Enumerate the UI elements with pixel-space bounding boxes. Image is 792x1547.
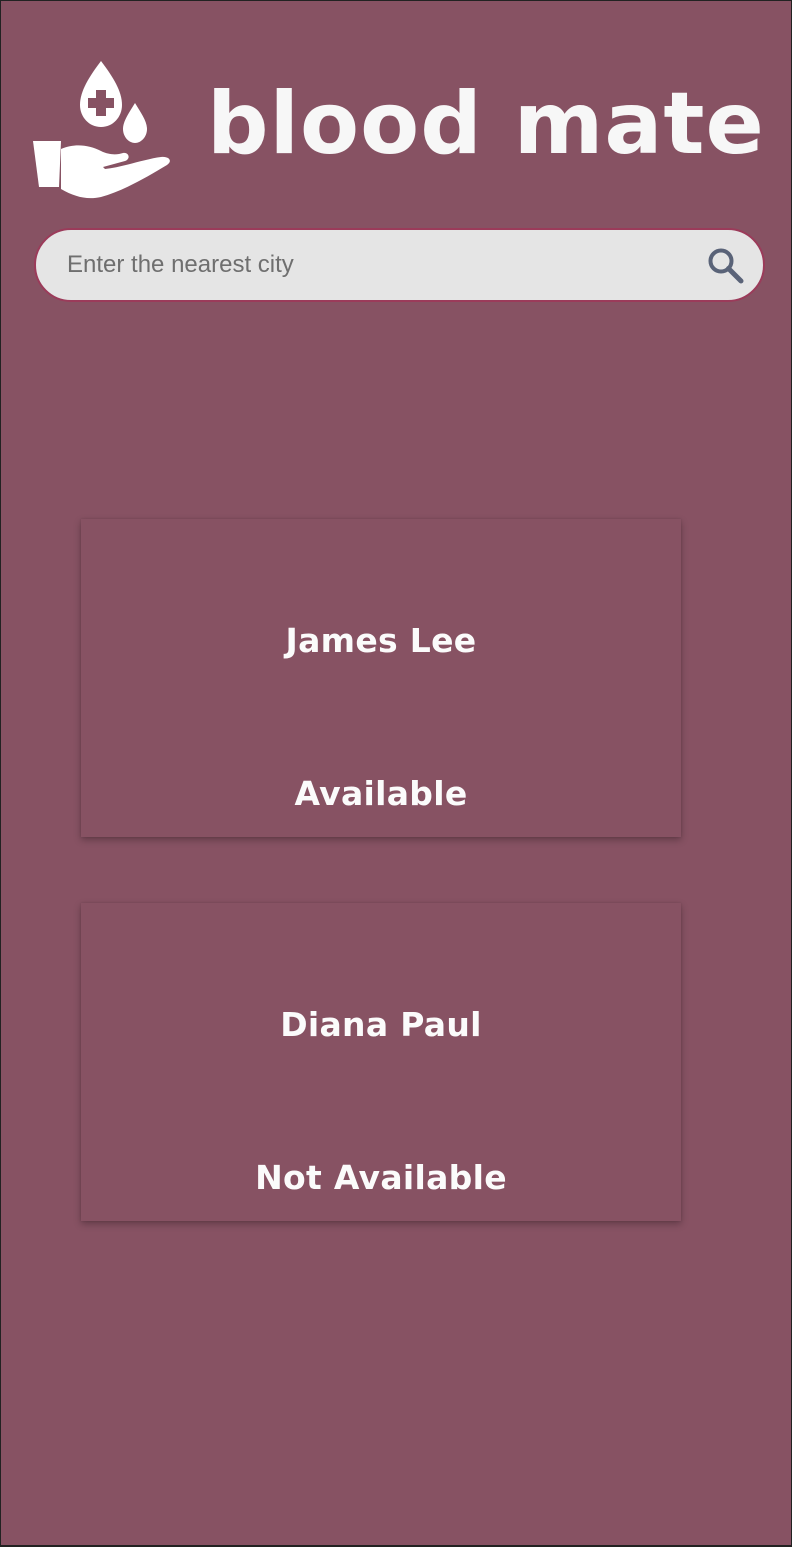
search-input[interactable] (67, 230, 667, 300)
blood-drop-hand-icon (33, 61, 170, 199)
search-icon[interactable] (707, 247, 745, 285)
donor-card[interactable]: James Lee Available (81, 519, 681, 837)
logo: blood mate (31, 59, 771, 201)
donor-card[interactable]: Diana Paul Not Available (81, 903, 681, 1221)
app-screen: blood mate James Lee Available Diana Pau… (1, 1, 791, 1545)
donor-status: Available (294, 774, 468, 813)
donor-name: James Lee (285, 621, 477, 660)
search-bar (34, 228, 765, 302)
donor-name: Diana Paul (280, 1005, 482, 1044)
donor-status: Not Available (255, 1158, 507, 1197)
brand-name: blood mate (207, 74, 765, 174)
